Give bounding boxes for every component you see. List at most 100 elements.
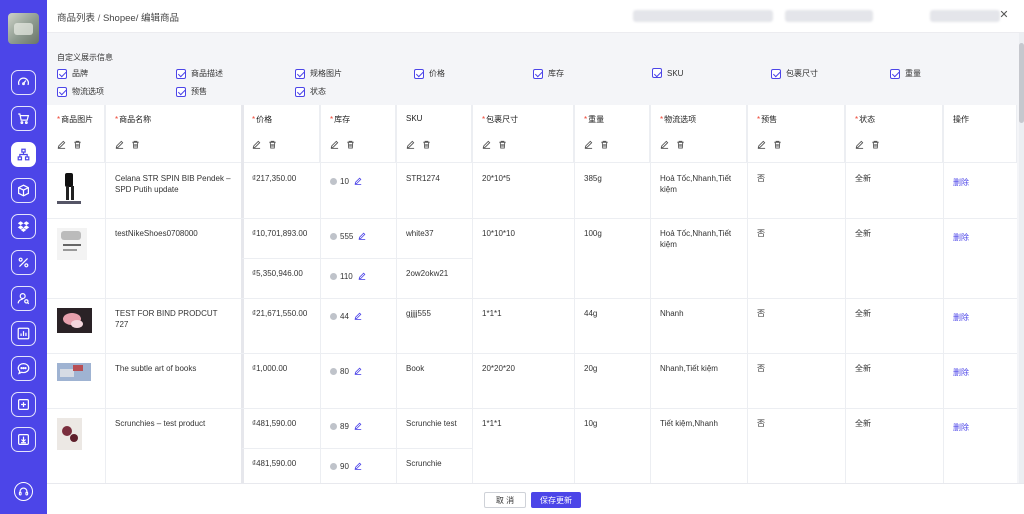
package-size[interactable]: 20*10*5: [472, 173, 574, 184]
breadcrumb-product-list[interactable]: 商品列表: [57, 13, 95, 24]
dashboard-icon[interactable]: [11, 70, 36, 95]
cancel-button[interactable]: 取 消: [484, 492, 526, 508]
weight[interactable]: 10g: [574, 418, 650, 429]
preorder[interactable]: 否: [747, 418, 845, 429]
variant-price[interactable]: ₫1,000.00: [242, 363, 297, 374]
headset-icon[interactable]: [14, 482, 33, 501]
breadcrumb-shopee[interactable]: Shopee/: [103, 13, 138, 24]
checkbox-weight[interactable]: 重量: [890, 68, 921, 79]
product-thumbnail[interactable]: [57, 173, 81, 204]
package-size[interactable]: 20*20*20: [472, 363, 574, 374]
bulk-edit-icon[interactable]: [660, 140, 669, 151]
variant-price[interactable]: ₫10,701,893.00: [242, 228, 317, 239]
bulk-clear-icon[interactable]: [871, 140, 880, 151]
delete-link[interactable]: 删除: [943, 422, 979, 433]
variant-sku[interactable]: Scrunchie test: [396, 418, 472, 429]
edit-stock-icon[interactable]: [349, 367, 362, 376]
variant-stock[interactable]: 555: [320, 231, 376, 242]
delete-link[interactable]: 删除: [943, 367, 979, 378]
bulk-clear-icon[interactable]: [498, 140, 507, 151]
condition-status[interactable]: 全新: [845, 173, 943, 184]
weight[interactable]: 20g: [574, 363, 650, 374]
edit-stock-icon[interactable]: [349, 312, 362, 321]
bulk-edit-icon[interactable]: [584, 140, 593, 151]
weight[interactable]: 100g: [574, 228, 650, 239]
logistics-options[interactable]: Hoả Tốc,Nhanh,Tiết kiệm: [650, 228, 747, 250]
product-thumbnail[interactable]: [57, 308, 92, 333]
variant-sku[interactable]: 2ow2okw21: [396, 268, 472, 279]
variant-sku[interactable]: Scrunchie: [396, 458, 472, 469]
condition-status[interactable]: 全新: [845, 308, 943, 319]
bulk-clear-icon[interactable]: [268, 140, 277, 151]
bulk-clear-icon[interactable]: [422, 140, 431, 151]
save-button[interactable]: 保存更新: [531, 492, 581, 508]
sitemap-icon[interactable]: [11, 142, 36, 167]
variant-stock[interactable]: 10: [320, 176, 372, 187]
preorder[interactable]: 否: [747, 228, 845, 239]
variant-sku[interactable]: STR1274: [396, 173, 472, 184]
variant-price[interactable]: ₫217,350.00: [242, 173, 306, 184]
checkbox-sku[interactable]: SKU: [652, 68, 683, 78]
variant-stock[interactable]: 110: [320, 271, 376, 282]
bulk-edit-icon[interactable]: [252, 140, 261, 151]
variant-stock[interactable]: 80: [320, 366, 372, 377]
edit-stock-icon[interactable]: [349, 462, 362, 471]
bulk-edit-icon[interactable]: [855, 140, 864, 151]
edit-stock-icon[interactable]: [353, 272, 366, 281]
bulk-edit-icon[interactable]: [115, 140, 124, 151]
download-icon[interactable]: [11, 427, 36, 452]
dropbox-icon[interactable]: [11, 214, 36, 239]
variant-price[interactable]: ₫21,671,550.00: [242, 308, 317, 319]
preorder[interactable]: 否: [747, 308, 845, 319]
variant-sku[interactable]: gjjjj555: [396, 308, 472, 319]
variant-price[interactable]: ₫5,350,946.00: [242, 268, 313, 279]
edit-stock-icon[interactable]: [349, 422, 362, 431]
user-search-icon[interactable]: [11, 286, 36, 311]
logistics-options[interactable]: Nhanh,Tiết kiệm: [650, 363, 747, 374]
condition-status[interactable]: 全新: [845, 418, 943, 429]
bulk-edit-icon[interactable]: [482, 140, 491, 151]
bulk-clear-icon[interactable]: [600, 140, 609, 151]
checkbox-status[interactable]: 状态: [295, 86, 326, 97]
checkbox-package-size[interactable]: 包裹尺寸: [771, 68, 818, 79]
variant-price[interactable]: ₫481,590.00: [242, 458, 306, 469]
percent-icon[interactable]: [11, 250, 36, 275]
plus-square-icon[interactable]: [11, 392, 36, 417]
bulk-edit-icon[interactable]: [330, 140, 339, 151]
store-avatar[interactable]: [8, 13, 39, 44]
product-thumbnail[interactable]: [57, 228, 87, 260]
cart-icon[interactable]: [11, 106, 36, 131]
product-thumbnail[interactable]: [57, 363, 91, 381]
preorder[interactable]: 否: [747, 363, 845, 374]
box-icon[interactable]: [11, 178, 36, 203]
variant-price[interactable]: ₫481,590.00: [242, 418, 306, 429]
variant-stock[interactable]: 44: [320, 311, 372, 322]
bulk-clear-icon[interactable]: [676, 140, 685, 151]
weight[interactable]: 44g: [574, 308, 650, 319]
logistics-options[interactable]: Hoả Tốc,Nhanh,Tiết kiệm: [650, 173, 747, 195]
bulk-edit-icon[interactable]: [406, 140, 415, 151]
logistics-options[interactable]: Nhanh: [650, 308, 747, 319]
condition-status[interactable]: 全新: [845, 363, 943, 374]
delete-link[interactable]: 删除: [943, 312, 979, 323]
delete-link[interactable]: 删除: [943, 177, 979, 188]
bulk-clear-icon[interactable]: [73, 140, 82, 151]
chat-icon[interactable]: [11, 356, 36, 381]
checkbox-variant-image[interactable]: 规格图片: [295, 68, 342, 79]
checkbox-price[interactable]: 价格: [414, 68, 445, 79]
checkbox-logistics[interactable]: 物流选项: [57, 86, 104, 97]
checkbox-preorder[interactable]: 预售: [176, 86, 207, 97]
delete-link[interactable]: 删除: [943, 232, 979, 243]
vertical-scrollbar[interactable]: [1019, 33, 1024, 483]
package-size[interactable]: 10*10*10: [472, 228, 574, 239]
bulk-clear-icon[interactable]: [131, 140, 140, 151]
preorder[interactable]: 否: [747, 173, 845, 184]
bulk-clear-icon[interactable]: [773, 140, 782, 151]
checkbox-stock[interactable]: 库存: [533, 68, 564, 79]
bulk-edit-icon[interactable]: [757, 140, 766, 151]
checkbox-description[interactable]: 商品描述: [176, 68, 223, 79]
variant-sku[interactable]: Book: [396, 363, 472, 374]
logistics-options[interactable]: Tiết kiệm,Nhanh: [650, 418, 747, 429]
variant-sku[interactable]: white37: [396, 228, 472, 239]
variant-stock[interactable]: 90: [320, 461, 372, 472]
